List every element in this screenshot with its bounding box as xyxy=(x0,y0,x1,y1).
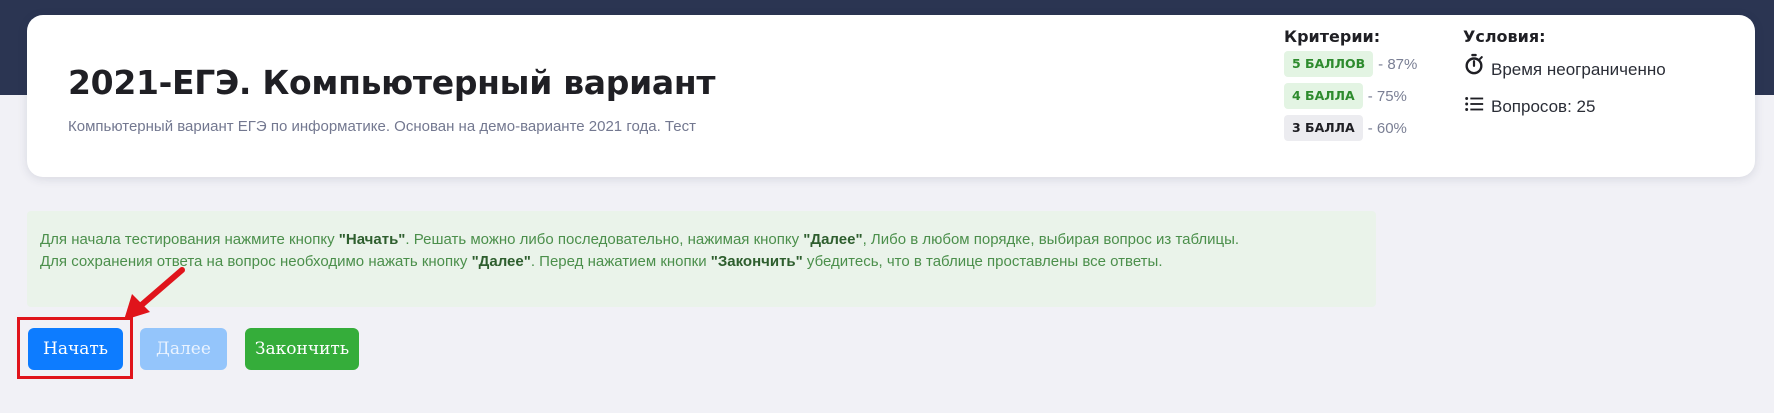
questions-condition: Вопросов: 25 xyxy=(1491,97,1596,116)
instructions-box: Для начала тестирования нажмите кнопку "… xyxy=(27,211,1376,307)
list-icon xyxy=(1465,97,1484,111)
instruction-text: убедитесь, что в таблице проставлены все… xyxy=(802,253,1163,270)
test-info-card: 2021-ЕГЭ. Компьютерный вариант Компьютер… xyxy=(27,15,1755,177)
page-title: 2021-ЕГЭ. Компьютерный вариант xyxy=(68,63,716,102)
instruction-emphasis: "Далее" xyxy=(803,231,863,248)
next-button[interactable]: Далее xyxy=(140,328,227,370)
grade-percent-4: - 75% xyxy=(1367,87,1407,105)
finish-button[interactable]: Закончить xyxy=(245,328,359,370)
grade-badge-3: 3 БАЛЛА xyxy=(1284,115,1363,141)
instruction-line: Для сохранения ответа на вопрос необходи… xyxy=(40,253,1163,270)
instruction-emphasis: "Далее" xyxy=(471,253,531,270)
criteria-row: 5 БАЛЛОВ - 87% xyxy=(1284,51,1417,77)
stopwatch-icon xyxy=(1465,53,1483,75)
annotation-highlight-box xyxy=(17,317,133,379)
instruction-text: Для сохранения ответа на вопрос необходи… xyxy=(40,253,472,270)
conditions-heading: Условия: xyxy=(1463,27,1546,46)
instruction-line: Для начала тестирования нажмите кнопку "… xyxy=(40,231,1239,248)
test-description: Компьютерный вариант ЕГЭ по информатике.… xyxy=(68,118,696,135)
grade-percent-5: - 87% xyxy=(1378,55,1418,73)
instruction-emphasis: "Закончить" xyxy=(710,253,803,270)
instruction-text: , Либо в любом порядке, выбирая вопрос и… xyxy=(862,231,1240,248)
criteria-row: 4 БАЛЛА - 75% xyxy=(1284,83,1407,109)
instruction-text: . Перед нажатием кнопки xyxy=(530,253,711,270)
grade-badge-4: 4 БАЛЛА xyxy=(1284,83,1363,109)
annotation-arrow-icon xyxy=(124,267,185,320)
time-condition: Время неограниченно xyxy=(1491,60,1666,79)
instruction-text: Для начала тестирования нажмите кнопку xyxy=(40,231,339,248)
instruction-emphasis: "Начать" xyxy=(338,231,406,248)
criteria-heading: Критерии: xyxy=(1284,27,1381,46)
instruction-text: . Решать можно либо последовательно, наж… xyxy=(405,231,804,248)
grade-percent-3: - 60% xyxy=(1367,119,1407,137)
grade-badge-5: 5 БАЛЛОВ xyxy=(1284,51,1374,77)
criteria-row: 3 БАЛЛА - 60% xyxy=(1284,115,1407,141)
